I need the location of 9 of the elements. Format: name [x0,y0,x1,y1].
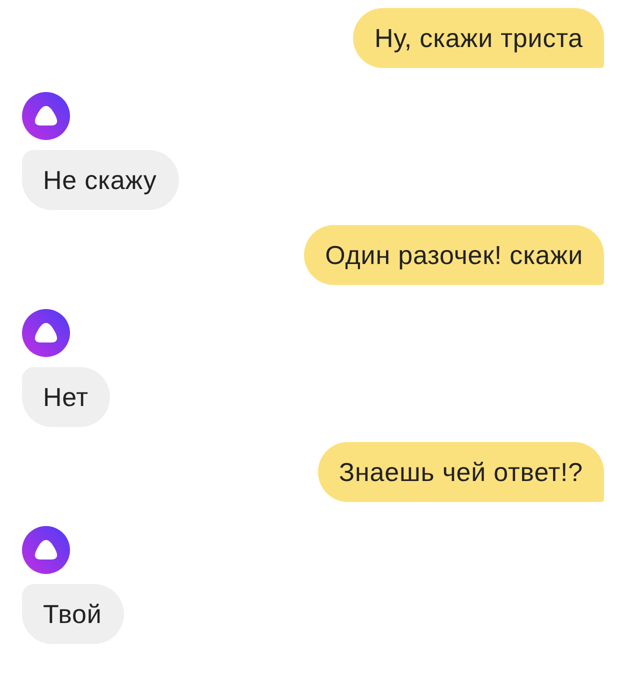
assistant-message-bubble: Нет [22,367,110,427]
assistant-message-bubble: Твой [22,584,124,644]
user-message-bubble: Знаешь чей ответ!? [318,442,604,502]
user-message-bubble: Ну, скажи триста [353,8,604,68]
assistant-avatar-icon [22,309,70,357]
user-message-bubble: Один разочек! скажи [304,225,604,285]
assistant-avatar-icon [22,526,70,574]
assistant-avatar-icon [22,92,70,140]
assistant-message-bubble: Не скажу [22,150,179,210]
